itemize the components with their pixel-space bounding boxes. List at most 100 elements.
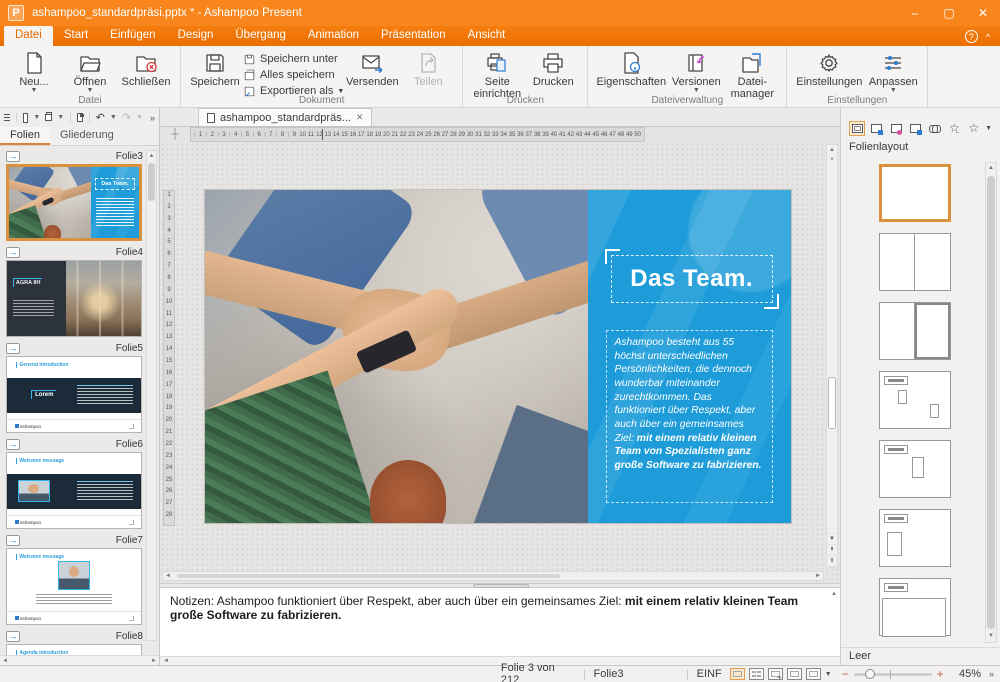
folienmaster-icon[interactable] xyxy=(907,121,923,136)
help-icon[interactable]: ? xyxy=(965,30,978,43)
layout-title-two-boxes[interactable] xyxy=(879,371,951,429)
slide-title-textbox[interactable]: Das Team. xyxy=(611,255,773,303)
versenden-button[interactable]: Versenden xyxy=(344,50,400,88)
zoom-in-icon[interactable]: + xyxy=(937,667,944,681)
slide-label: Folie5 xyxy=(116,343,143,354)
layout-title-content[interactable] xyxy=(879,578,951,636)
seite-einrichten-button[interactable]: Seite einrichten xyxy=(469,50,525,100)
thumbnail-scrollbar[interactable]: ▲ xyxy=(146,150,157,641)
undo-icon[interactable]: ↶ xyxy=(96,111,105,124)
schliessen-button[interactable]: Schließen xyxy=(118,50,174,88)
favorit-hinzufuegen-icon[interactable]: ☆– xyxy=(946,121,962,136)
tab-animation[interactable]: Animation xyxy=(297,26,370,46)
file-manager-icon xyxy=(740,51,764,75)
slide-team-photo[interactable] xyxy=(205,190,588,523)
maximize-button[interactable]: ▢ xyxy=(932,0,966,26)
new-file-icon[interactable] xyxy=(23,113,29,123)
slide-editor[interactable]: Das Team. Ashampoo besteht aus 55 höchst… xyxy=(205,190,791,523)
anpassen-button[interactable]: Anpassen▼ xyxy=(865,50,921,93)
zoom-slider[interactable] xyxy=(854,673,932,676)
transition-icon[interactable]: → xyxy=(6,343,20,354)
close-file-icon xyxy=(134,51,158,75)
neu-button[interactable]: Neu...▼ xyxy=(6,50,62,93)
layout-title-box-left[interactable] xyxy=(879,509,951,567)
close-button[interactable]: ✕ xyxy=(966,0,1000,26)
previous-slide-button[interactable]: ⇞ xyxy=(827,544,837,555)
zoom-out-icon[interactable]: − xyxy=(842,667,849,681)
qat-overflow-icon[interactable]: » xyxy=(150,113,155,123)
slide-thumbnail-folie3[interactable]: Das Team. xyxy=(6,164,142,241)
slideshow-icon[interactable] xyxy=(806,668,821,680)
quick-access-toolbar: | ▼ ▼ | | ↶▼ ↷▼ » xyxy=(0,108,159,127)
folienlayout-icon[interactable] xyxy=(849,121,865,136)
slide-canvas[interactable]: 1234567891011121314151617181920212223242… xyxy=(160,142,840,583)
favoriten-icon[interactable]: ☆ xyxy=(966,121,982,136)
slide-sorter-view-icon[interactable] xyxy=(749,668,764,680)
notes-scroll-up-icon[interactable]: ▲ xyxy=(831,591,837,597)
oeffnen-button[interactable]: Öffnen▼ xyxy=(62,50,118,93)
transition-icon[interactable]: → xyxy=(6,439,20,450)
tab-ansicht[interactable]: Ansicht xyxy=(457,26,517,46)
slide-label: Folie6 xyxy=(116,439,143,450)
minimize-button[interactable]: – xyxy=(898,0,932,26)
thumbnail-entry-folie8: →Folie8 Agenda introduction xyxy=(6,630,143,655)
view-options-caret-icon[interactable]: ▼ xyxy=(825,671,832,678)
menu-icon[interactable] xyxy=(4,114,10,121)
title-bar: P ashampoo_standardpräsi.pptx * - Ashamp… xyxy=(0,0,1000,26)
transition-icon[interactable]: → xyxy=(6,151,20,162)
versionen-button[interactable]: Versionen▼ xyxy=(668,50,724,93)
tab-start[interactable]: Start xyxy=(53,26,99,46)
normal-view-icon[interactable] xyxy=(730,668,745,680)
canvas-hscrollbar[interactable]: ◄► xyxy=(162,571,824,581)
slide-body-textbox[interactable]: Ashampoo besteht aus 55 höchst unterschi… xyxy=(606,330,772,503)
ruler-origin-icon[interactable]: ┼ xyxy=(160,127,190,142)
slide-thumbnail-folie6[interactable]: Welcome message ashampoo xyxy=(6,452,142,529)
slide-thumbnail-folie7[interactable]: Welcome message ashampoo xyxy=(6,548,142,625)
next-slide-button[interactable]: ⇟ xyxy=(827,555,837,566)
layout-two-columns[interactable] xyxy=(879,233,951,291)
tab-praesentation[interactable]: Präsentation xyxy=(370,26,457,46)
scroll-down-icon[interactable]: ▼ xyxy=(827,533,837,544)
layout-two-columns-right[interactable] xyxy=(879,302,951,360)
close-tab-icon[interactable]: ✕ xyxy=(356,112,364,123)
tab-uebergang[interactable]: Übergang xyxy=(224,26,297,46)
zoom-slider-handle[interactable] xyxy=(865,669,875,679)
speichern-button[interactable]: Speichern xyxy=(187,50,243,88)
panel-menu-icon[interactable]: ▼ xyxy=(985,125,994,132)
document-tab[interactable]: ashampoo_standardpräs... ✕ xyxy=(198,108,372,126)
drucken-button[interactable]: Drucken xyxy=(525,50,581,88)
app-window: P ashampoo_standardpräsi.pptx * - Ashamp… xyxy=(0,0,1000,682)
notes-area[interactable]: Notizen: Ashampoo funktioniert über Resp… xyxy=(160,588,840,656)
transition-icon[interactable]: → xyxy=(6,247,20,258)
folienuebergang-icon[interactable] xyxy=(888,121,904,136)
layout-title-box-center[interactable] xyxy=(879,440,951,498)
slide-thumbnail-folie5[interactable]: General introduction Lorem ashampoo xyxy=(6,356,142,433)
tab-folien[interactable]: Folien xyxy=(0,127,50,145)
tab-design[interactable]: Design xyxy=(167,26,225,46)
dateimanager-button[interactable]: Datei-manager xyxy=(724,50,780,100)
layout-scrollbar[interactable]: ▲▼ xyxy=(985,162,997,643)
slide-thumbnail-folie8[interactable]: Agenda introduction xyxy=(6,644,142,655)
hyperlink-icon[interactable] xyxy=(927,121,943,136)
slide-blue-panel[interactable]: Das Team. Ashampoo besteht aus 55 höchst… xyxy=(588,190,791,523)
alles-speichern-button[interactable]: Alles speichern xyxy=(243,68,344,82)
statusbar-overflow-icon[interactable]: » xyxy=(989,669,1000,679)
speichern-unter-button[interactable]: Speichern unter xyxy=(243,52,344,66)
tab-datei[interactable]: Datei xyxy=(4,26,53,46)
einstellungen-button[interactable]: Einstellungen xyxy=(793,50,865,88)
layout-blank[interactable] xyxy=(879,164,951,222)
notes-view-icon[interactable] xyxy=(787,668,802,680)
new-slide-icon[interactable] xyxy=(768,668,783,680)
thumbnail-hscrollbar[interactable]: ◄► xyxy=(0,655,159,665)
tab-gliederung[interactable]: Gliederung xyxy=(50,127,124,145)
foliendesign-icon[interactable] xyxy=(868,121,884,136)
transition-icon[interactable]: → xyxy=(6,535,20,546)
canvas-vscrollbar[interactable]: ▲● ▼ ⇞ ⇟ xyxy=(826,144,838,567)
collapse-ribbon-icon[interactable]: ^ xyxy=(986,32,990,42)
tab-einfuegen[interactable]: Einfügen xyxy=(99,26,166,46)
transition-icon[interactable]: → xyxy=(6,631,20,642)
eigenschaften-button[interactable]: Eigenschaften xyxy=(594,50,668,88)
quick-save-icon[interactable] xyxy=(77,113,83,122)
open-file-icon[interactable] xyxy=(45,114,52,121)
slide-thumbnail-folie4[interactable]: AGRA 8H xyxy=(6,260,142,337)
